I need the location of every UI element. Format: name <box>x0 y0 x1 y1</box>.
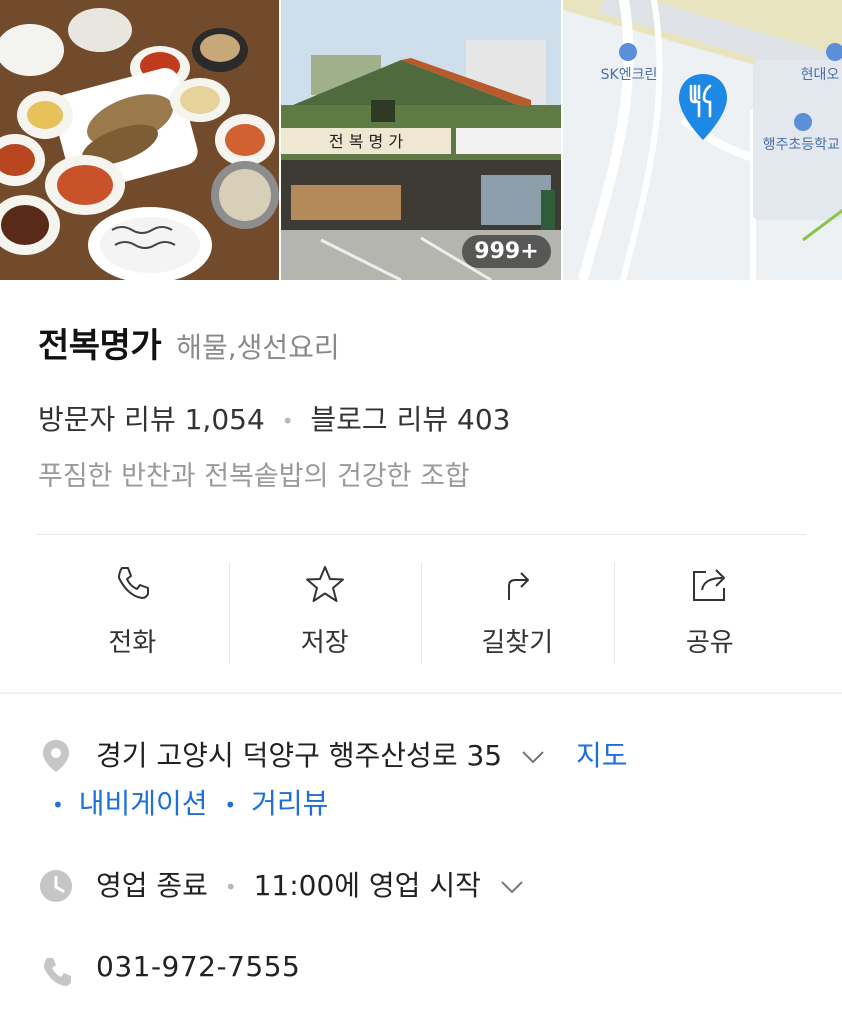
next-open-time: 11:00에 영업 시작 <box>253 869 481 902</box>
photo-count-badge[interactable]: 999+ <box>462 235 551 268</box>
map-label-sk: SK엔크린 <box>600 67 658 83</box>
phone-icon <box>44 958 71 986</box>
separator-dot: • <box>224 875 237 899</box>
clock-icon <box>40 870 72 902</box>
review-summary: 방문자 리뷰 1,054 • 블로그 리뷰 403 <box>38 398 510 438</box>
save-button[interactable]: 저장 <box>228 560 422 670</box>
separator-dot: • <box>224 793 237 817</box>
action-bar: 전화 저장 길찾기 공유 <box>36 560 806 670</box>
section-divider <box>0 692 842 694</box>
place-name: 전복명가 <box>38 326 162 366</box>
svg-text:전 복 명 가: 전 복 명 가 <box>329 132 403 151</box>
phone-icon <box>118 567 150 599</box>
call-button[interactable]: 전화 <box>36 560 229 670</box>
navigation-link[interactable]: 내비게이션 <box>79 787 208 820</box>
separator-dot: • <box>281 409 294 433</box>
share-icon <box>692 569 725 601</box>
map-thumbnail[interactable]: SK엔크린 현대오 행주초등학교 <box>562 0 842 280</box>
restaurant-map-pin-icon[interactable] <box>677 72 729 142</box>
blog-review-label: 블로그 리뷰 <box>310 403 449 436</box>
separator-dot: • <box>52 793 64 817</box>
share-label: 공유 <box>685 628 734 658</box>
place-tagline: 푸짐한 반찬과 전복솥밥의 건강한 조합 <box>38 461 470 492</box>
visitor-review-link[interactable]: 방문자 리뷰 1,054 <box>38 403 274 436</box>
map-label-hyundai: 현대오 <box>800 67 840 83</box>
chevron-down-icon[interactable] <box>500 879 524 895</box>
map-link[interactable]: 지도 <box>576 739 628 772</box>
storefront-photo[interactable]: 전 복 명 가 999+ <box>281 0 561 280</box>
place-title-row: 전복명가 해물,생선요리 <box>38 318 340 367</box>
address-text: 경기 고양시 덕양구 행주산성로 35 <box>96 739 503 772</box>
call-label: 전화 <box>108 628 157 658</box>
place-category: 해물,생선요리 <box>176 331 340 364</box>
share-button[interactable]: 공유 <box>613 560 807 670</box>
photo-strip[interactable]: 전 복 명 가 999+ SK엔크린 현대오 행주초등학교 <box>0 0 842 280</box>
blog-review-count: 403 <box>457 403 511 436</box>
divider <box>36 534 806 535</box>
phone-number[interactable]: 031-972-7555 <box>96 950 300 983</box>
streetview-link[interactable]: 거리뷰 <box>251 787 328 820</box>
visitor-review-count: 1,054 <box>184 403 265 436</box>
hours-text-wrap: 영업 종료 • 11:00에 영업 시작 <box>96 864 524 904</box>
address-text-wrap[interactable]: 경기 고양시 덕양구 행주산성로 35 지도 <box>96 734 627 774</box>
directions-label: 길찾기 <box>481 628 554 658</box>
food-photo[interactable] <box>0 0 280 280</box>
save-label: 저장 <box>300 628 349 658</box>
visitor-review-label: 방문자 리뷰 <box>38 403 176 436</box>
location-pin-icon <box>43 740 69 772</box>
chevron-down-icon[interactable] <box>521 749 545 765</box>
business-status: 영업 종료 <box>96 869 208 902</box>
directions-icon <box>508 572 530 600</box>
map-label-school: 행주초등학교 <box>762 137 840 153</box>
address-links: • 내비게이션 • 거리뷰 <box>52 782 328 822</box>
star-icon <box>305 566 344 602</box>
directions-button[interactable]: 길찾기 <box>421 560 614 670</box>
blog-review-link[interactable]: 블로그 리뷰 403 <box>310 403 510 436</box>
